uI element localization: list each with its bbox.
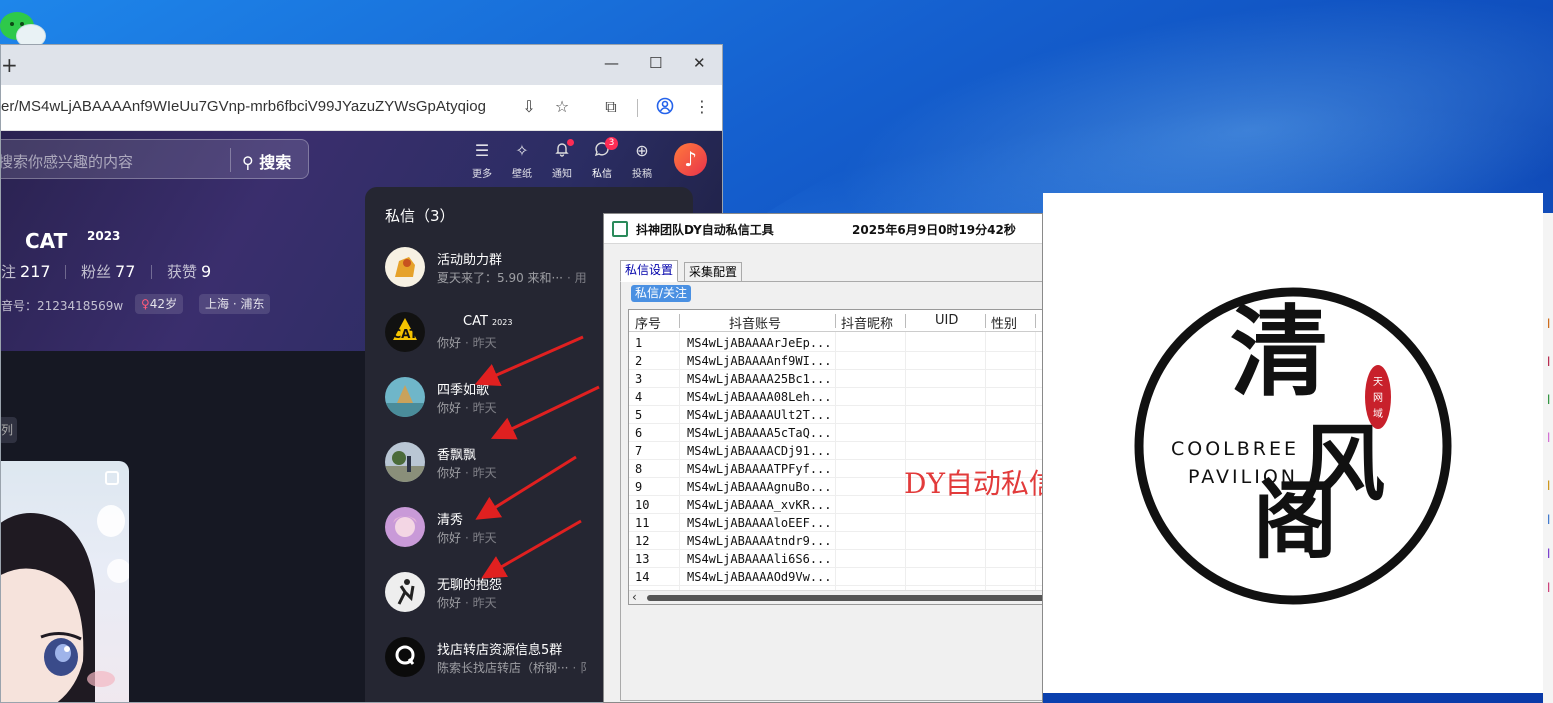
row-index: 9 bbox=[635, 480, 643, 494]
group-label: 私信/关注 bbox=[631, 285, 692, 302]
row-index: 5 bbox=[635, 408, 643, 422]
row-account: MS4wLjABAAAATPFyf... bbox=[687, 462, 832, 476]
row-account: MS4wLjABAAAAli6S6... bbox=[687, 552, 832, 566]
row-account: MS4wLjABAAAAUlt2T... bbox=[687, 408, 832, 422]
horizontal-scrollbar[interactable]: ‹ bbox=[629, 590, 1042, 604]
row-index: 8 bbox=[635, 462, 643, 476]
row-account: MS4wLjABAAAA25Bc1... bbox=[687, 372, 832, 386]
svg-text:网: 网 bbox=[1373, 392, 1383, 404]
row-index: 2 bbox=[635, 354, 643, 368]
tab-search-icon[interactable]: ⧉ bbox=[601, 97, 621, 117]
tool-titlebar: 抖神团队DY自动私信工具 2025年6月9日0时19分42秒 bbox=[604, 214, 1042, 244]
desktop: + — ☐ ✕ er/MS4wLjABAAAAnf9WIeUu7GVnp-mrb… bbox=[0, 0, 1553, 703]
background-window-edge: l l l l l l l l bbox=[1543, 213, 1553, 703]
logo-english-2: PAVILION bbox=[1188, 466, 1298, 488]
logo-char-qing: 清 bbox=[1230, 295, 1328, 410]
row-index: 11 bbox=[635, 516, 650, 530]
app-icon bbox=[612, 221, 628, 237]
tool-clock: 2025年6月9日0时19分42秒 bbox=[852, 223, 1016, 237]
more-menu-icon[interactable]: ⋮ bbox=[692, 97, 712, 117]
wechat-desktop-icon[interactable] bbox=[0, 8, 46, 48]
table-row[interactable]: 13 MS4wLjABAAAAli6S6... bbox=[629, 550, 1042, 568]
overlay-caption: DY自动私信 bbox=[904, 467, 1043, 500]
row-index: 14 bbox=[635, 570, 650, 584]
row-account: MS4wLjABAAAArJeEp... bbox=[687, 336, 832, 350]
row-account: MS4wLjABAAAAgnuBo... bbox=[687, 480, 832, 494]
dm-tool-window: 抖神团队DY自动私信工具 2025年6月9日0时19分42秒 私信设置 采集配置… bbox=[603, 213, 1043, 703]
row-account: MS4wLjABAAAA08Leh... bbox=[687, 390, 832, 404]
svg-text:域: 域 bbox=[1373, 407, 1383, 420]
row-index: 6 bbox=[635, 426, 643, 440]
table-row[interactable]: 3 MS4wLjABAAAA25Bc1... bbox=[629, 370, 1042, 388]
row-index: 4 bbox=[635, 390, 643, 404]
browser-toolbar: er/MS4wLjABAAAAnf9WIeUu7GVnp-mrb6fbciV99… bbox=[1, 85, 722, 131]
row-index: 12 bbox=[635, 534, 650, 548]
tab-dm-settings[interactable]: 私信设置 bbox=[620, 260, 679, 282]
row-index: 10 bbox=[635, 498, 650, 512]
row-account: MS4wLjABAAAAOd9Vw... bbox=[687, 570, 832, 584]
table-row[interactable]: 7 MS4wLjABAAAACDj91... bbox=[629, 442, 1042, 460]
scroll-left-icon[interactable]: ‹ bbox=[632, 590, 637, 604]
bookmark-star-icon[interactable]: ☆ bbox=[552, 97, 572, 117]
profile-icon[interactable] bbox=[655, 97, 675, 117]
table-header: 序号 抖音账号 抖音昵称 UID 性别 1 bbox=[629, 310, 1042, 332]
logo-english-1: COOLBREE bbox=[1171, 438, 1299, 460]
table-row[interactable]: 11 MS4wLjABAAAAloEEF... bbox=[629, 514, 1042, 532]
table-row[interactable]: 5 MS4wLjABAAAAUlt2T... bbox=[629, 406, 1042, 424]
row-account: MS4wLjABAAAAloEEF... bbox=[687, 516, 832, 530]
row-account: MS4wLjABAAAACDj91... bbox=[687, 444, 832, 458]
table-row[interactable]: 1 MS4wLjABAAAArJeEp... bbox=[629, 334, 1042, 352]
brand-logo: 清 风 阁 COOLBREE PAVILION 天 网 域 bbox=[1043, 193, 1543, 693]
table-row[interactable]: 14 MS4wLjABAAAAOd9Vw... bbox=[629, 568, 1042, 586]
row-index: 1 bbox=[635, 336, 643, 350]
new-tab-button[interactable]: + bbox=[1, 53, 18, 77]
minimize-button[interactable]: — bbox=[604, 54, 619, 72]
table-row[interactable]: 12 MS4wLjABAAAAtndr9... bbox=[629, 532, 1042, 550]
table-row[interactable]: 6 MS4wLjABAAAA5cTaQ... bbox=[629, 424, 1042, 442]
maximize-button[interactable]: ☐ bbox=[649, 54, 662, 72]
address-bar[interactable]: er/MS4wLjABAAAAnf9WIeUu7GVnp-mrb6fbciV99… bbox=[1, 98, 486, 115]
close-button[interactable]: ✕ bbox=[693, 54, 706, 72]
row-index: 13 bbox=[635, 552, 650, 566]
row-account: MS4wLjABAAAA_xvKR... bbox=[687, 498, 832, 512]
row-index: 7 bbox=[635, 444, 643, 458]
row-account: MS4wLjABAAAAtndr9... bbox=[687, 534, 832, 548]
row-index: 3 bbox=[635, 372, 643, 386]
row-account: MS4wLjABAAAAnf9WI... bbox=[687, 354, 832, 368]
row-account: MS4wLjABAAAA5cTaQ... bbox=[687, 426, 832, 440]
tool-title: 抖神团队DY自动私信工具 bbox=[636, 223, 774, 237]
svg-text:天: 天 bbox=[1373, 377, 1383, 388]
tab-bar: + — ☐ ✕ bbox=[1, 45, 722, 85]
table-row[interactable]: 4 MS4wLjABAAAA08Leh... bbox=[629, 388, 1042, 406]
tab-collect-config[interactable]: 采集配置 bbox=[684, 262, 743, 282]
account-table[interactable]: 序号 抖音账号 抖音昵称 UID 性别 1 1 MS4wLjABAAAArJeEp… bbox=[628, 309, 1042, 605]
install-app-icon[interactable]: ⇩ bbox=[519, 97, 539, 117]
table-row[interactable]: 2 MS4wLjABAAAAnf9WI... bbox=[629, 352, 1042, 370]
